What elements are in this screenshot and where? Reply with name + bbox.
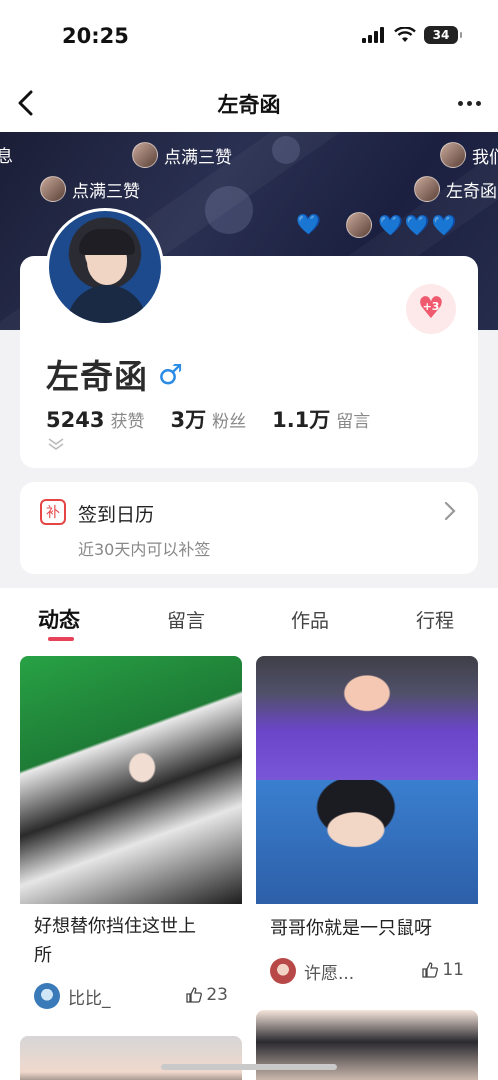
post-caption: 哥哥你就是一只鼠呀: [270, 918, 432, 939]
more-dot-icon: [457, 100, 463, 106]
avatar-shirt: [67, 285, 147, 323]
danmu-avatar: [440, 142, 466, 168]
post-card[interactable]: 好想替你挡住这世上 所 比比_ 23: [20, 656, 242, 1022]
danmu-item: 左奇函: [414, 176, 497, 202]
stat-value: 1.1万: [272, 408, 331, 432]
danmu-avatar: [346, 212, 372, 238]
checkin-icon: 补: [40, 499, 66, 525]
profile-stats: 5243 获赞 3万 粉丝 1.1万 留言: [46, 404, 396, 434]
more-button[interactable]: [452, 88, 486, 118]
post-image[interactable]: [256, 780, 478, 904]
status-icons: 34: [362, 26, 462, 44]
home-indicator[interactable]: [161, 1064, 337, 1070]
checkin-calendar-card[interactable]: 补 签到日历 近30天内可以补签: [20, 482, 478, 574]
tab-messages[interactable]: 留言: [167, 606, 205, 633]
profile-name: 左奇函: [46, 357, 148, 396]
danmu-item: 点满三赞: [40, 176, 140, 202]
stat-label: 获赞: [110, 412, 145, 432]
likes-count: 11: [442, 960, 464, 980]
active-tab-indicator: [48, 637, 74, 641]
post-likes[interactable]: 23: [186, 985, 228, 1005]
likes-count: 23: [206, 985, 228, 1005]
author-avatar: [270, 958, 296, 984]
stat-value: 5243: [46, 408, 105, 432]
post-author[interactable]: 许愿...: [270, 958, 354, 984]
danmu-item: 我们: [440, 142, 498, 168]
tab-works[interactable]: 作品: [291, 606, 329, 633]
more-dot-icon: [466, 100, 472, 106]
danmu-hearts: 💙: [296, 212, 323, 236]
tab-dynamics[interactable]: 动态: [38, 604, 80, 634]
wifi-icon: [394, 27, 416, 42]
post-image[interactable]: [20, 656, 242, 904]
stat-value: 3万: [170, 408, 207, 432]
post-author[interactable]: 比比_: [34, 983, 111, 1009]
danmu-item: 息: [0, 147, 13, 167]
stat-label: 留言: [336, 412, 371, 432]
post-image[interactable]: [256, 656, 478, 780]
avatar-hair: [79, 229, 135, 255]
post-card[interactable]: 哥哥你就是一只鼠呀 许愿... 11: [256, 656, 478, 996]
battery-level: 34: [432, 28, 450, 42]
heart-icon: ♥ +3: [417, 294, 445, 324]
banner-bubble: [272, 136, 300, 164]
tab-schedule[interactable]: 行程: [416, 606, 454, 633]
banner-bubble: [205, 186, 253, 234]
stat-label: 粉丝: [212, 412, 247, 432]
post-likes[interactable]: 11: [422, 960, 464, 980]
status-bar: 20:25 34: [0, 0, 498, 76]
checkin-subtitle: 近30天内可以补签: [78, 540, 211, 559]
post-card[interactable]: [20, 1036, 242, 1080]
avatar[interactable]: [46, 208, 164, 326]
danmu-avatar: [40, 176, 66, 202]
thumbs-up-icon: [422, 962, 439, 978]
danmu-item: 💙💙💙: [346, 212, 459, 238]
danmu-item: 点满三赞: [132, 142, 232, 168]
battery-icon: 34: [424, 26, 462, 44]
author-name: 比比_: [68, 988, 111, 1009]
danmu-avatar: [132, 142, 158, 168]
like-badge-button[interactable]: ♥ +3: [406, 284, 456, 334]
danmu-avatar: [414, 176, 440, 202]
author-avatar: [34, 983, 60, 1009]
thumbs-up-icon: [186, 987, 203, 1003]
more-dot-icon: [475, 100, 481, 106]
stat-likes[interactable]: 5243 获赞: [46, 407, 144, 432]
gender-male-icon: ♂: [158, 357, 184, 391]
like-badge-count: +3: [422, 300, 440, 313]
author-name: 许愿...: [304, 963, 355, 984]
post-image[interactable]: [20, 1036, 242, 1080]
nav-bar: 左奇函: [0, 76, 498, 132]
post-caption: 好想替你挡住这世上 所: [34, 916, 196, 966]
status-time: 20:25: [62, 24, 129, 48]
page-title: 左奇函: [217, 93, 281, 117]
stat-fans[interactable]: 3万 粉丝: [170, 404, 246, 434]
signal-icon: [362, 27, 384, 43]
checkin-title: 签到日历: [78, 504, 155, 526]
stat-messages[interactable]: 1.1万 留言: [272, 404, 370, 434]
name-row: 左奇函 ♂: [46, 350, 183, 398]
expand-chevron-icon[interactable]: [46, 436, 66, 452]
chevron-right-icon: [444, 501, 456, 521]
